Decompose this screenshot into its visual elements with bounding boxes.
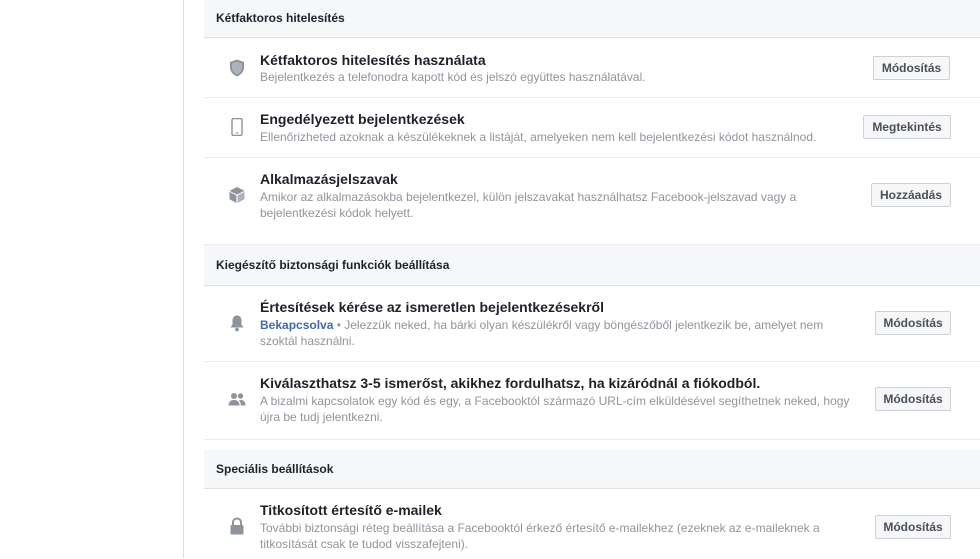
add-button[interactable]: Hozzáadás (871, 183, 951, 207)
setting-row-authorized-logins: Engedélyezett bejelentkezések Ellenőrizh… (204, 98, 980, 158)
setting-title: Értesítések kérése az ismeretlen bejelen… (260, 299, 604, 315)
description-line: szoktál használni. (260, 334, 355, 348)
section-title: Speciális beállítások (216, 462, 334, 476)
setting-title: Engedélyezett bejelentkezések (260, 111, 465, 127)
section-title: Kiegészítő biztonsági funkciók beállítás… (216, 258, 450, 272)
description-line: A bizalmi kapcsolatok egy kód és egy, a … (260, 394, 850, 408)
phone-icon (228, 118, 246, 136)
setting-title: Titkosított értesítő e-mailek (260, 502, 442, 518)
setting-description: Bejelentkezés a telefonodra kapott kód é… (260, 70, 646, 84)
edit-button[interactable]: Módosítás (873, 56, 950, 80)
setting-title: Alkalmazásjelszavak (260, 171, 398, 187)
settings-main: Kétfaktoros hitelesítés Kétfaktoros hite… (184, 0, 980, 558)
setting-description: Bekapcsolva • Jelezzük neked, ha bárki o… (260, 317, 823, 349)
description-line: További biztonsági réteg beállítása a Fa… (260, 521, 820, 535)
edit-button[interactable]: Módosítás (875, 387, 951, 411)
shield-icon (228, 59, 246, 77)
setting-description: Amikor az alkalmazásokba bejelentkezel, … (260, 189, 796, 221)
edit-button[interactable]: Módosítás (875, 515, 951, 539)
description-line: újra be tudj jelentkezni. (260, 410, 383, 424)
lock-icon (228, 517, 246, 535)
description-line: bejelentkezési kódok helyett. (260, 206, 414, 220)
section-header-advanced: Speciális beállítások (204, 450, 980, 489)
cube-icon (228, 186, 246, 204)
setting-row-app-passwords: Alkalmazásjelszavak Amikor az alkalmazás… (204, 158, 980, 245)
setting-row-login-alerts: Értesítések kérése az ismeretlen bejelen… (204, 286, 980, 362)
section-header-extra-security: Kiegészítő biztonsági funkciók beállítás… (204, 245, 980, 286)
setting-row-two-factor: Kétfaktoros hitelesítés használata Bejel… (204, 38, 980, 98)
description-line: Amikor az alkalmazásokba bejelentkezel, … (260, 190, 797, 204)
section-title: Kétfaktoros hitelesítés (216, 11, 345, 25)
status-enabled: Bekapcsolva (260, 318, 334, 332)
view-button[interactable]: Megtekintés (863, 115, 951, 139)
setting-description: Ellenőrizheted azoknak a készülékeknek a… (260, 130, 817, 144)
description-line: titkosítását csak te tudod visszafejteni… (260, 537, 469, 551)
setting-title: Kiválaszthatsz 3-5 ismerőst, akikhez for… (260, 375, 761, 391)
setting-row-trusted-contacts: Kiválaszthatsz 3-5 ismerőst, akikhez for… (204, 362, 980, 440)
left-sidebar (0, 0, 183, 558)
description-line: Bekapcsolva • Jelezzük neked, ha bárki o… (260, 317, 823, 333)
setting-row-encrypted-emails: Titkosított értesítő e-mailek További bi… (204, 489, 980, 559)
friends-icon (228, 390, 246, 408)
setting-description: További biztonsági réteg beállítása a Fa… (260, 520, 820, 552)
setting-title: Kétfaktoros hitelesítés használata (260, 52, 486, 68)
edit-button[interactable]: Módosítás (875, 311, 951, 335)
section-header-two-factor: Kétfaktoros hitelesítés (204, 0, 980, 38)
bell-icon (228, 314, 246, 332)
description-text: • Jelezzük neked, ha bárki olyan készülé… (333, 318, 824, 332)
setting-description: A bizalmi kapcsolatok egy kód és egy, a … (260, 393, 849, 425)
